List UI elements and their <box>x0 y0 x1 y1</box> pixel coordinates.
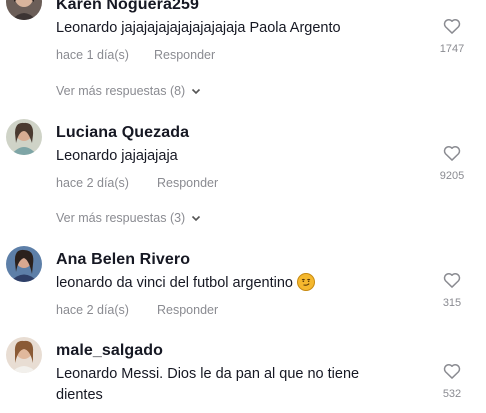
smirk-emoji-icon <box>297 273 316 291</box>
like-button[interactable]: 532 <box>432 361 472 400</box>
chevron-down-icon <box>192 215 201 222</box>
comment-text: Leonardo jajajajajajajajajajaja Paola Ar… <box>56 20 341 36</box>
avatar[interactable] <box>6 119 42 155</box>
comment-text: leonardo da vinci del futbol argentino <box>56 273 386 294</box>
view-more-replies-label: Ver más respuestas (8) <box>56 84 186 98</box>
like-count: 315 <box>442 297 462 309</box>
comment-username[interactable]: male_salgado <box>56 342 163 360</box>
reply-button[interactable]: Responder <box>157 176 218 190</box>
reply-button[interactable]: Responder <box>154 48 215 62</box>
avatar[interactable] <box>6 0 42 20</box>
comment-username[interactable]: Karen Noguera259 <box>56 0 199 14</box>
avatar[interactable] <box>6 246 42 282</box>
heart-outline-icon <box>443 146 461 161</box>
heart-outline-icon <box>443 273 461 288</box>
like-count: 532 <box>442 388 462 400</box>
avatar[interactable] <box>6 337 42 373</box>
comment-text-line-2: dientes <box>56 387 103 403</box>
heart-outline-icon <box>443 19 461 34</box>
comment-text-content: leonardo da vinci del futbol argentino <box>56 275 293 291</box>
comment-username[interactable]: Ana Belen Rivero <box>56 251 190 269</box>
like-count: 1747 <box>439 43 465 55</box>
reply-button[interactable]: Responder <box>157 303 218 317</box>
like-button[interactable]: 1747 <box>432 16 472 55</box>
comment-username[interactable]: Luciana Quezada <box>56 124 189 142</box>
comment-text: Leonardo jajajajaja <box>56 148 178 164</box>
view-more-replies-button[interactable]: Ver más respuestas (3) <box>56 211 201 225</box>
comment-item: male_salgado Leonardo Messi. Dios le da … <box>0 330 486 413</box>
view-more-replies-label: Ver más respuestas (3) <box>56 211 186 225</box>
view-more-replies-button[interactable]: Ver más respuestas (8) <box>56 84 201 98</box>
comment-item: Karen Noguera259 Leonardo jajajajajajaja… <box>0 0 486 110</box>
comment-timestamp: hace 1 día(s) <box>56 48 129 62</box>
comment-timestamp: hace 2 día(s) <box>56 176 129 190</box>
like-button[interactable]: 9205 <box>432 143 472 182</box>
chevron-down-icon <box>192 88 201 95</box>
heart-outline-icon <box>443 364 461 379</box>
comment-item: Luciana Quezada Leonardo jajajajaja hace… <box>0 110 486 230</box>
like-count: 9205 <box>439 170 465 182</box>
comment-item: Ana Belen Rivero leonardo da vinci del f… <box>0 238 486 330</box>
comment-timestamp: hace 2 día(s) <box>56 303 129 317</box>
comment-text-line-1: Leonardo Messi. Dios le da pan al que no… <box>56 366 360 382</box>
like-button[interactable]: 315 <box>432 270 472 309</box>
